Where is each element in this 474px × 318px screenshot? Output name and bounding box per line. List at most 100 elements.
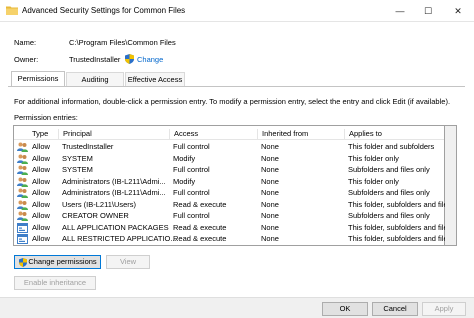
package-icon xyxy=(17,222,28,233)
title-bar: Advanced Security Settings for Common Fi… xyxy=(0,0,474,22)
users-icon xyxy=(17,200,28,210)
column-type[interactable]: Type xyxy=(28,129,58,139)
cell-access: Modify xyxy=(173,176,196,186)
table-row[interactable]: Allow Administrators (IB-L211\Admi... Full… xyxy=(14,187,444,199)
table-row[interactable]: Allow ALL RESTRICTED APPLICATIO... Read & … xyxy=(14,233,451,245)
cancel-label: Cancel xyxy=(383,304,407,313)
cell-applies: This folder only xyxy=(348,153,399,163)
cell-inherited: None xyxy=(261,199,279,209)
users-icon xyxy=(17,188,28,198)
cell-inherited: None xyxy=(261,188,279,197)
enable-inheritance-button[interactable]: Enable inheritance xyxy=(14,276,96,290)
table-row[interactable]: Allow CREATOR OWNER Full control None Subfol… xyxy=(14,210,444,222)
users-icon xyxy=(17,211,28,221)
cell-access: Modify xyxy=(173,153,196,163)
cell-inherited: None xyxy=(261,153,279,163)
table-scrollbar[interactable] xyxy=(445,125,457,246)
table-header: Type Principal Access Inherited from App… xyxy=(14,126,444,140)
cell-inherited: None xyxy=(261,211,279,220)
cell-type: Allow xyxy=(32,188,50,197)
cell-type: Allow xyxy=(32,222,50,232)
cell-type: Allow xyxy=(32,199,50,209)
maximize-button[interactable]: ☐ xyxy=(413,0,443,22)
cell-applies: Subfolders and files only xyxy=(348,188,430,197)
cell-inherited: None xyxy=(261,176,279,186)
cell-applies: This folder, subfolders and files xyxy=(348,234,452,243)
view-label: View xyxy=(119,257,137,266)
minimize-icon: — xyxy=(395,6,405,16)
table-row[interactable]: Allow TrustedInstaller Full control None Thi… xyxy=(14,141,444,153)
name-value: C:\Program Files\Common Files xyxy=(69,38,176,47)
users-icon xyxy=(17,165,28,175)
info-text: For additional information, double-click… xyxy=(14,97,451,106)
cell-access: Full control xyxy=(173,165,210,174)
cell-inherited: None xyxy=(261,234,279,243)
minimize-button[interactable]: — xyxy=(385,0,415,22)
cell-type: Allow xyxy=(32,234,50,243)
cell-applies: This folder and subfolders xyxy=(348,142,435,151)
cell-inherited: None xyxy=(261,165,279,174)
cell-access: Read & execute xyxy=(173,199,227,209)
column-principal[interactable]: Principal xyxy=(58,129,169,139)
cell-applies: Subfolders and files only xyxy=(348,165,430,174)
cell-inherited: None xyxy=(261,142,279,151)
dialog-footer: OK Cancel Apply xyxy=(0,297,474,318)
cell-principal: ALL APPLICATION PACKAGES xyxy=(62,222,169,232)
cell-principal: Administrators (IB-L211\Admi... xyxy=(62,188,166,197)
cell-principal: Administrators (IB-L211\Admi... xyxy=(62,176,166,186)
view-button[interactable]: View xyxy=(106,255,150,269)
users-icon xyxy=(17,154,28,164)
column-inherited-from[interactable]: Inherited from xyxy=(257,129,344,139)
table-row[interactable]: Allow Users (IB-L211\Users) Read & execute… xyxy=(14,199,451,211)
permission-entries-label: Permission entries: xyxy=(14,113,78,122)
change-permissions-label: Change permissions xyxy=(28,257,97,266)
column-applies-to[interactable]: Applies to xyxy=(344,129,444,139)
change-permissions-button[interactable]: Change permissions xyxy=(14,255,101,269)
cell-applies: This folder, subfolders and files xyxy=(348,222,452,232)
cell-applies: This folder, subfolders and files xyxy=(348,199,452,209)
table-row[interactable]: Allow SYSTEM Full control None Subfolders an… xyxy=(14,164,444,176)
cell-principal: TrustedInstaller xyxy=(62,142,114,151)
cell-access: Full control xyxy=(173,188,210,197)
apply-button[interactable]: Apply xyxy=(422,302,466,316)
change-owner-link[interactable]: Change xyxy=(137,55,163,64)
table-row[interactable]: Allow Administrators (IB-L211\Admi... Modi… xyxy=(14,176,444,188)
cell-type: Allow xyxy=(32,176,50,186)
cancel-button[interactable]: Cancel xyxy=(372,302,418,316)
shield-icon xyxy=(125,54,134,64)
column-access[interactable]: Access xyxy=(169,129,257,139)
cell-principal: SYSTEM xyxy=(62,165,93,174)
ok-button[interactable]: OK xyxy=(322,302,368,316)
cell-access: Read & execute xyxy=(173,222,227,232)
cell-principal: CREATOR OWNER xyxy=(62,211,129,220)
shield-icon xyxy=(19,258,27,267)
cell-principal: SYSTEM xyxy=(62,153,93,163)
tab-auditing[interactable]: Auditing xyxy=(66,72,124,86)
cell-applies: Subfolders and files only xyxy=(348,211,430,220)
cell-access: Full control xyxy=(173,142,210,151)
tab-effective-access[interactable]: Effective Access xyxy=(125,72,185,86)
users-icon xyxy=(17,142,28,152)
table-row[interactable]: Allow ALL APPLICATION PACKAGES Read & exec… xyxy=(14,222,451,234)
name-label: Name: xyxy=(14,38,37,47)
cell-access: Full control xyxy=(173,211,210,220)
tab-permissions[interactable]: Permissions xyxy=(11,71,65,87)
cell-principal: Users (IB-L211\Users) xyxy=(62,199,137,209)
window-title: Advanced Security Settings for Common Fi… xyxy=(22,6,186,15)
cell-access: Read & execute xyxy=(173,234,227,243)
tab-divider xyxy=(8,86,465,87)
permission-entries-table[interactable]: Type Principal Access Inherited from App… xyxy=(13,125,451,246)
tab-permissions-label: Permissions xyxy=(17,74,59,83)
cell-type: Allow xyxy=(32,211,50,220)
table-row[interactable]: Allow SYSTEM Modify None This folder only xyxy=(14,153,444,165)
enable-inheritance-label: Enable inheritance xyxy=(23,278,87,287)
tab-auditing-label: Auditing xyxy=(81,75,109,84)
close-button[interactable]: ✕ xyxy=(443,0,473,22)
cell-inherited: None xyxy=(261,222,279,232)
maximize-icon: ☐ xyxy=(423,5,433,16)
cell-type: Allow xyxy=(32,153,50,163)
cell-type: Allow xyxy=(32,165,50,174)
users-icon xyxy=(17,177,28,187)
tab-effective-access-label: Effective Access xyxy=(127,75,183,84)
apply-label: Apply xyxy=(434,304,454,313)
